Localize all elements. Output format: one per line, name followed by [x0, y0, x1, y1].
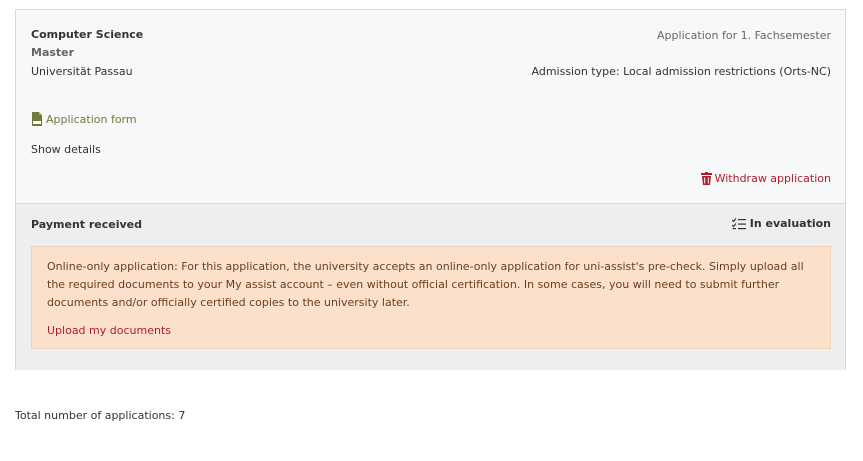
- admission-type: Admission type: Local admission restrict…: [531, 65, 832, 78]
- upload-documents-link[interactable]: Upload my documents: [47, 322, 815, 340]
- degree-name: Computer Science: [31, 28, 144, 41]
- withdraw-label: Withdraw application: [714, 172, 831, 185]
- payment-status: Payment received: [31, 218, 143, 231]
- application-summary: Computer Science Master Universität Pass…: [16, 10, 845, 203]
- application-card: Computer Science Master Universität Pass…: [15, 9, 846, 370]
- evaluation-label: In evaluation: [749, 217, 831, 230]
- application-form-label: Application form: [46, 112, 137, 126]
- application-form-link[interactable]: Application form: [31, 112, 137, 126]
- degree-level: Master: [31, 46, 75, 59]
- online-only-notice: Online-only application: For this applic…: [31, 246, 831, 349]
- show-details-link[interactable]: Show details: [31, 143, 101, 156]
- notice-text: Online-only application: For this applic…: [47, 260, 804, 309]
- evaluation-status: In evaluation: [731, 217, 831, 230]
- total-applications: Total number of applications: 7: [15, 409, 186, 422]
- application-status-section: Payment received In evaluation Online-on…: [16, 203, 845, 370]
- semester-info: Application for 1. Fachsemester: [657, 29, 831, 42]
- pdf-file-icon: [32, 112, 42, 126]
- withdraw-application-button[interactable]: Withdraw application: [700, 172, 831, 185]
- trash-icon: [700, 172, 712, 185]
- university-name: Universität Passau: [31, 65, 133, 78]
- checklist-icon: [731, 217, 746, 229]
